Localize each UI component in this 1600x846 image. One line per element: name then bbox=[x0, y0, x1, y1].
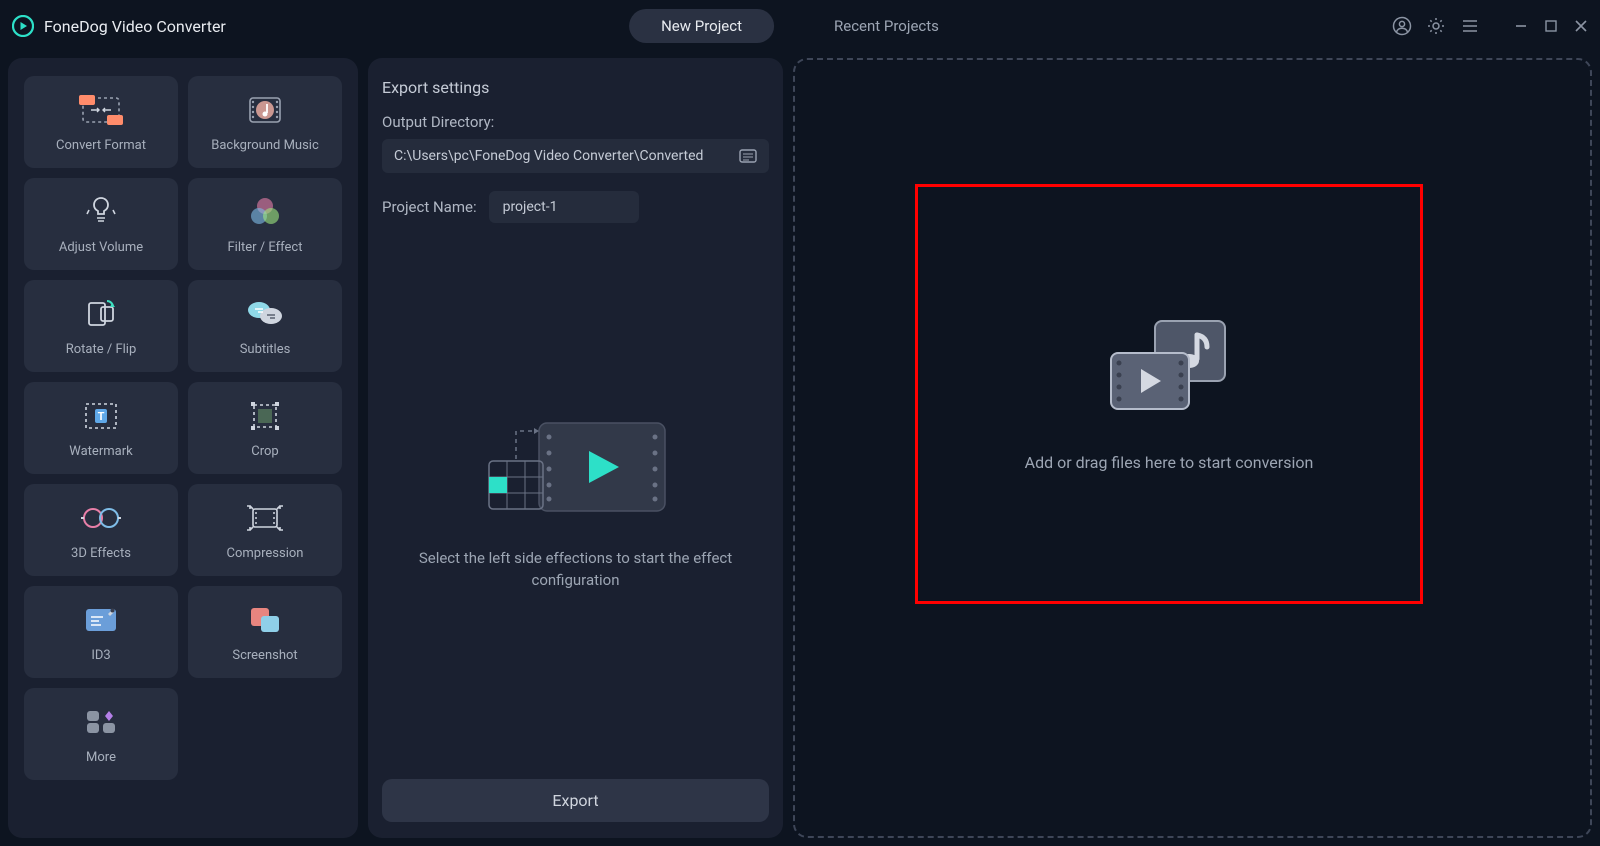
project-name-row: Project Name: project-1 bbox=[382, 191, 769, 223]
drop-zone-highlight: Add or drag files here to start conversi… bbox=[915, 184, 1423, 604]
tool-crop[interactable]: Crop bbox=[188, 382, 342, 474]
compression-icon bbox=[245, 500, 285, 536]
tool-label: Watermark bbox=[69, 444, 132, 459]
tool-label: 3D Effects bbox=[71, 546, 131, 561]
tool-label: Rotate / Flip bbox=[66, 342, 137, 357]
tool-screenshot[interactable]: Screenshot bbox=[188, 586, 342, 678]
subtitles-icon bbox=[245, 296, 285, 332]
app-title: FoneDog Video Converter bbox=[44, 17, 226, 36]
filter-effect-icon bbox=[247, 194, 283, 230]
drop-zone-text: Add or drag files here to start conversi… bbox=[1025, 453, 1314, 472]
convert-format-icon bbox=[77, 92, 125, 128]
project-name-label: Project Name: bbox=[382, 198, 477, 216]
3d-effects-icon bbox=[79, 500, 123, 536]
adjust-volume-icon bbox=[83, 194, 119, 230]
tab-group: New Project Recent Projects bbox=[629, 9, 971, 43]
close-icon[interactable] bbox=[1574, 19, 1588, 33]
tab-recent-projects[interactable]: Recent Projects bbox=[802, 9, 971, 43]
maximize-icon[interactable] bbox=[1544, 19, 1558, 33]
tool-label: Compression bbox=[227, 546, 304, 561]
tool-watermark[interactable]: T Watermark bbox=[24, 382, 178, 474]
export-settings-panel: Export settings Output Directory: C:\Use… bbox=[368, 58, 783, 838]
tool-more[interactable]: More bbox=[24, 688, 178, 780]
tool-adjust-volume[interactable]: Adjust Volume bbox=[24, 178, 178, 270]
tool-label: Screenshot bbox=[232, 648, 297, 663]
effect-placeholder-icon bbox=[481, 411, 671, 521]
titlebar: FoneDog Video Converter New Project Rece… bbox=[0, 0, 1600, 52]
account-icon[interactable] bbox=[1392, 16, 1412, 36]
crop-icon bbox=[247, 398, 283, 434]
tool-subtitles[interactable]: Subtitles bbox=[188, 280, 342, 372]
app-window: FoneDog Video Converter New Project Rece… bbox=[0, 0, 1600, 846]
window-controls bbox=[1514, 19, 1588, 33]
background-music-icon bbox=[245, 92, 285, 128]
browse-folder-icon[interactable] bbox=[739, 148, 757, 164]
menu-icon[interactable] bbox=[1460, 16, 1480, 36]
more-icon bbox=[83, 704, 119, 740]
rotate-flip-icon bbox=[83, 296, 119, 332]
export-settings-title: Export settings bbox=[382, 78, 769, 97]
tool-label: Filter / Effect bbox=[228, 240, 303, 255]
output-path-text: C:\Users\pc\FoneDog Video Converter\Conv… bbox=[394, 148, 739, 164]
tool-label: Crop bbox=[251, 444, 278, 459]
tool-id3[interactable]: ID3 bbox=[24, 586, 178, 678]
effect-config-placeholder: Select the left side effections to start… bbox=[382, 223, 769, 779]
tool-3d-effects[interactable]: 3D Effects bbox=[24, 484, 178, 576]
tool-label: Subtitles bbox=[240, 342, 291, 357]
effect-hint-text: Select the left side effections to start… bbox=[402, 547, 749, 592]
tool-compression[interactable]: Compression bbox=[188, 484, 342, 576]
tab-new-project[interactable]: New Project bbox=[629, 9, 774, 43]
body-content: Convert Format Background Music bbox=[0, 52, 1600, 846]
settings-icon[interactable] bbox=[1426, 16, 1446, 36]
export-button[interactable]: Export bbox=[382, 779, 769, 822]
drop-media-icon bbox=[1107, 317, 1231, 413]
project-name-input[interactable]: project-1 bbox=[489, 191, 639, 223]
tool-convert-format[interactable]: Convert Format bbox=[24, 76, 178, 168]
output-directory-label: Output Directory: bbox=[382, 113, 769, 131]
tool-rotate-flip[interactable]: Rotate / Flip bbox=[24, 280, 178, 372]
tool-label: ID3 bbox=[91, 648, 110, 663]
drop-zone-panel[interactable]: Add or drag files here to start conversi… bbox=[793, 58, 1592, 838]
tool-filter-effect[interactable]: Filter / Effect bbox=[188, 178, 342, 270]
titlebar-left: FoneDog Video Converter bbox=[12, 15, 226, 37]
tool-label: Convert Format bbox=[56, 138, 146, 153]
app-logo-icon bbox=[12, 15, 34, 37]
tool-label: Adjust Volume bbox=[59, 240, 143, 255]
id3-icon bbox=[81, 602, 121, 638]
titlebar-right bbox=[1392, 16, 1588, 36]
tool-label: Background Music bbox=[211, 138, 319, 153]
watermark-icon: T bbox=[82, 398, 120, 434]
tool-background-music[interactable]: Background Music bbox=[188, 76, 342, 168]
output-directory-input[interactable]: C:\Users\pc\FoneDog Video Converter\Conv… bbox=[382, 139, 769, 173]
minimize-icon[interactable] bbox=[1514, 19, 1528, 33]
screenshot-icon bbox=[247, 602, 283, 638]
svg-text:T: T bbox=[98, 410, 105, 423]
tool-label: More bbox=[86, 750, 116, 765]
sidebar-tools: Convert Format Background Music bbox=[8, 58, 358, 838]
